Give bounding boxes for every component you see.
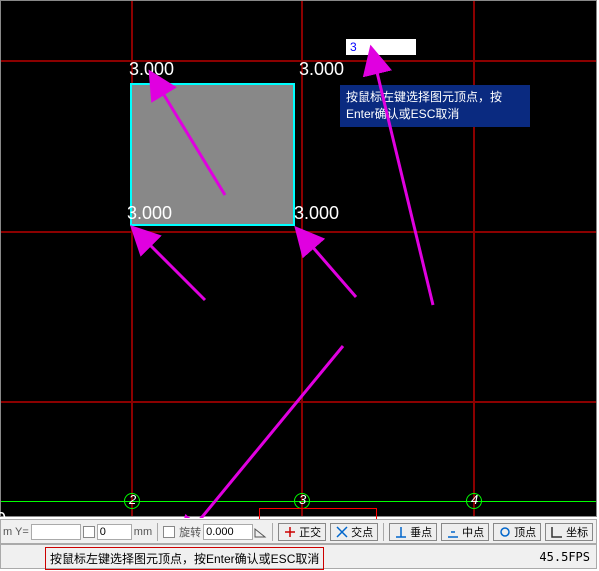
vertex-label: 顶点 bbox=[514, 524, 536, 540]
coord-y-label: m Y= bbox=[1, 526, 31, 538]
perpendicular-snap-toggle[interactable]: 垂点 bbox=[389, 523, 437, 541]
axis-marker-label: 3 bbox=[299, 492, 306, 507]
status-bar-coords: m Y= mm 旋转 正交 交点 垂点 中点 顶点 坐标 bbox=[0, 519, 597, 544]
cross-label: 交点 bbox=[351, 524, 373, 540]
vertex-icon bbox=[498, 525, 512, 539]
units-value[interactable] bbox=[97, 524, 132, 540]
ortho-toggle[interactable]: 正交 bbox=[278, 523, 326, 541]
separator bbox=[272, 523, 273, 541]
dimension-input[interactable] bbox=[346, 39, 416, 55]
command-hint-text: 按鼠标左键选择图元顶点，按Enter确认或ESC取消 bbox=[50, 552, 319, 566]
separator bbox=[383, 523, 384, 541]
mid-label: 中点 bbox=[462, 524, 484, 540]
intersection-snap-toggle[interactable]: 交点 bbox=[330, 523, 378, 541]
drawing-canvas[interactable]: 2 3 4 2.000 3.000 3.000 3.000 3.000 按鼠标左… bbox=[0, 0, 597, 517]
dim-label-br: 3.000 bbox=[294, 203, 339, 224]
perp-icon bbox=[394, 525, 408, 539]
units-label: mm bbox=[132, 526, 154, 538]
vertex-snap-toggle[interactable]: 顶点 bbox=[493, 523, 541, 541]
command-hint-box: 按鼠标左键选择图元顶点，按Enter确认或ESC取消 bbox=[45, 547, 324, 570]
coord-icon bbox=[550, 525, 564, 539]
cross-icon bbox=[335, 525, 349, 539]
grid-line-h bbox=[1, 401, 596, 403]
dim-label-tr: 3.000 bbox=[299, 59, 344, 80]
command-tooltip: 按鼠标左键选择图元顶点，按Enter确认或ESC取消 bbox=[340, 85, 530, 127]
mid-icon bbox=[446, 525, 460, 539]
ortho-icon bbox=[283, 525, 297, 539]
coord-y-input[interactable] bbox=[31, 524, 81, 540]
rotate-input[interactable] bbox=[203, 524, 253, 540]
units-checkbox[interactable] bbox=[83, 526, 95, 538]
axis-marker-label: 2 bbox=[129, 492, 136, 507]
rotate-checkbox[interactable] bbox=[163, 526, 175, 538]
dim-label-bl: 3.000 bbox=[127, 203, 172, 224]
status-bar-hint: 按鼠标左键选择图元顶点，按Enter确认或ESC取消 45.5FPS bbox=[0, 544, 597, 569]
axis-marker-label: 4 bbox=[471, 492, 478, 507]
angle-icon bbox=[253, 525, 267, 539]
grid-line-h bbox=[1, 231, 596, 233]
grid-line-v bbox=[473, 1, 475, 516]
coord-label: 坐标 bbox=[566, 524, 588, 540]
fps-counter: 45.5FPS bbox=[539, 550, 590, 564]
ortho-label: 正交 bbox=[299, 524, 321, 540]
midpoint-snap-toggle[interactable]: 中点 bbox=[441, 523, 489, 541]
rotate-label: 旋转 bbox=[177, 524, 203, 540]
dim-label-tl: 3.000 bbox=[129, 59, 174, 80]
perp-label: 垂点 bbox=[410, 524, 432, 540]
separator bbox=[157, 523, 158, 541]
coord-toggle[interactable]: 坐标 bbox=[545, 523, 593, 541]
